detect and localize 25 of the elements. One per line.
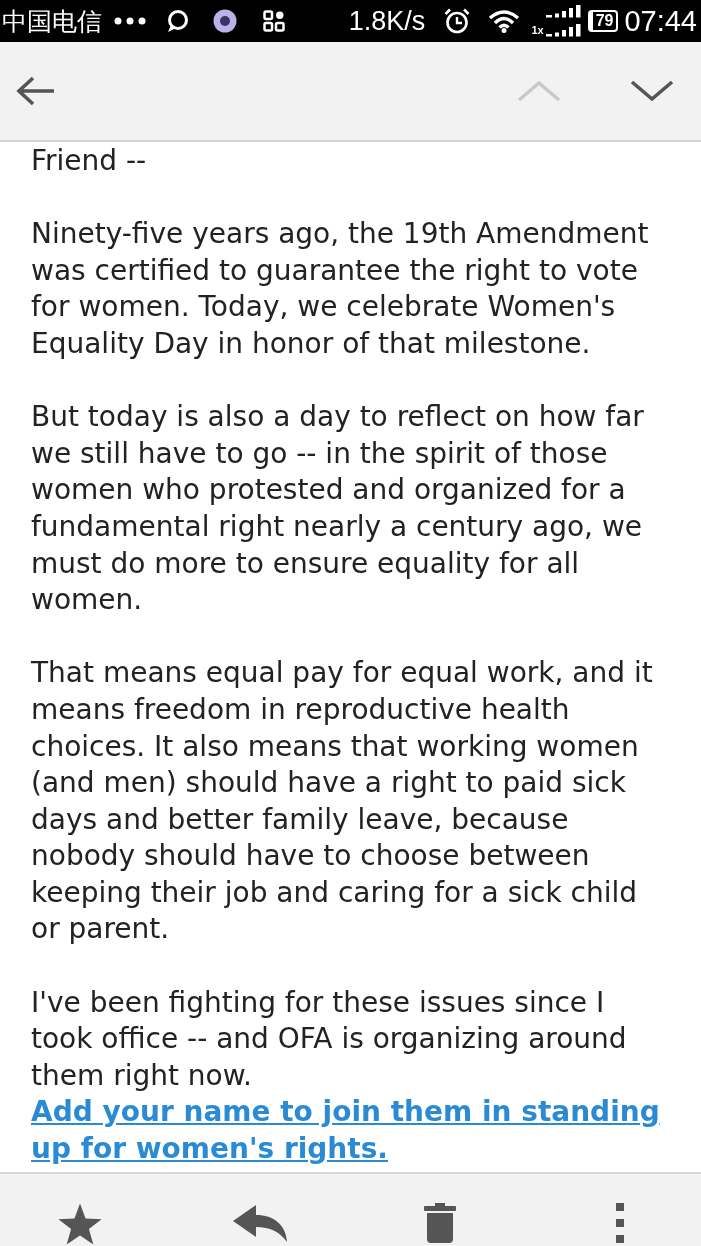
chat-bubble-icon xyxy=(166,9,190,33)
battery-level: 79 xyxy=(587,10,619,32)
ring-icon xyxy=(213,9,237,33)
more-options-icon xyxy=(616,1203,624,1243)
star-icon xyxy=(57,1203,103,1245)
message-paragraph: But today is also a day to reflect on how far we still have to go -- in the spirit of those women who protested and organized for a fundamental right nearly a century ago, we must do more to ensure equality for all women. xyxy=(31,399,645,619)
message-paragraph: That means equal pay for equal work, and it means freedom in reproductive health choices. It also means that working women (and men) should have a right to paid sick days and better family leave, because nobody should have to choose between keeping their job and caring for a sick child or parent. xyxy=(31,655,654,948)
reply-arrow-icon xyxy=(232,1203,288,1243)
petition-link[interactable]: Add your name to join them in standing up for women's rights. xyxy=(31,1094,665,1168)
signal-bars-icon xyxy=(545,5,584,37)
trash-icon xyxy=(424,1203,456,1243)
carrier-name: 中国电信 xyxy=(2,8,102,34)
alarm-clock-icon xyxy=(444,8,471,34)
message-paragraph: I've been fighting for these issues since I took office -- and OFA is organizing around them right now. Add your name to join them in standing up for women's rights. xyxy=(31,984,665,1168)
chevron-down-icon xyxy=(629,79,675,103)
network-speed: 1.8K/s xyxy=(348,7,426,35)
message-paragraph: Ninety-five years ago, the 19th Amendment was certified to guarantee the right to vote for women. Today, we celebrate Women's Equality Day in honor of that milestone. xyxy=(31,216,650,362)
signal-type-label: 1x xyxy=(531,25,544,36)
wifi-icon xyxy=(488,9,521,33)
chevron-up-icon xyxy=(516,79,562,103)
more-notifications-icon xyxy=(114,17,146,25)
grid-icon xyxy=(263,10,285,32)
back-arrow-icon xyxy=(15,75,55,107)
clock-time: 07:44 xyxy=(624,6,697,36)
message-paragraph: Friend -- xyxy=(31,143,148,179)
